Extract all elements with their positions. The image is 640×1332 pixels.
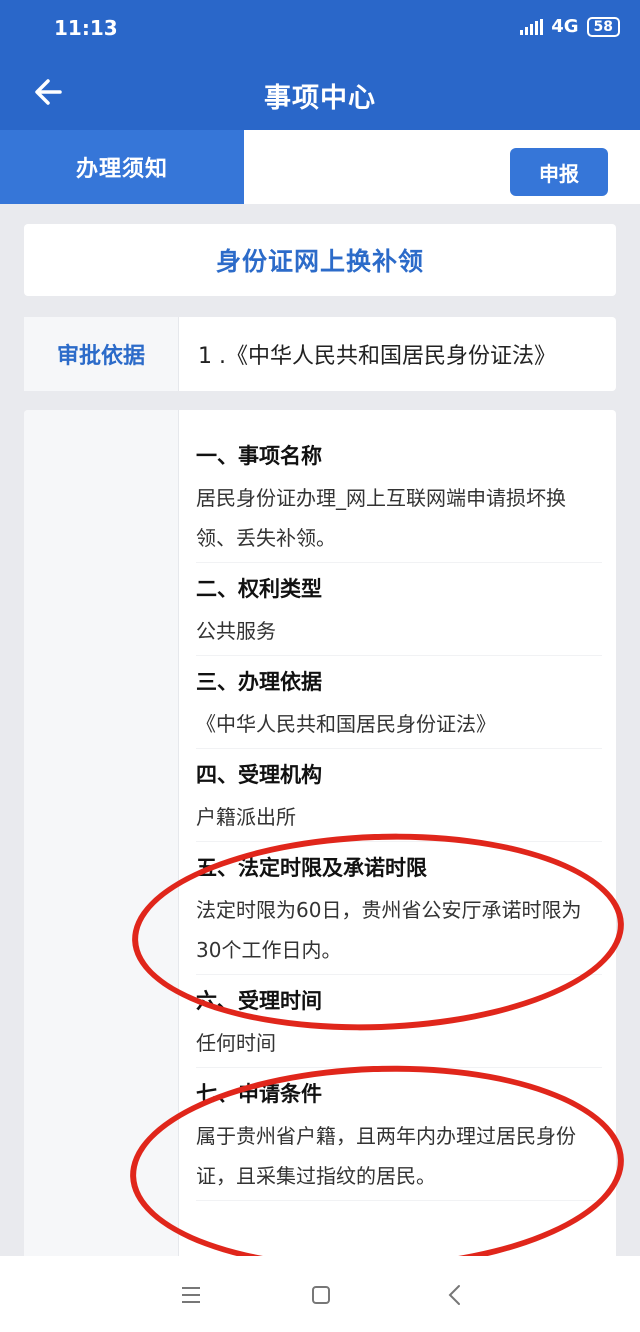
section-heading: 一、事项名称 — [196, 444, 322, 468]
battery-icon: 58 — [586, 16, 620, 37]
page-title: 事项中心 — [264, 83, 376, 114]
report-button[interactable]: 申报 — [510, 148, 608, 196]
item-title: 身份证网上换补领 — [24, 224, 616, 296]
section-heading: 三、办理依据 — [196, 670, 322, 694]
approval-basis-text: 1 .《中华人民共和国居民身份证法》 — [198, 344, 556, 369]
section-text: 公共服务 — [196, 611, 602, 656]
network-type: 4G — [551, 16, 579, 37]
section-right-type: 二、权利类型 公共服务 — [196, 567, 602, 656]
instructions-body: 一、事项名称 居民身份证办理_网上互联网端申请损坏换领、丢失补领。 二、权利类型… — [196, 434, 602, 1205]
section-text: 居民身份证办理_网上互联网端申请损坏换领、丢失补领。 — [196, 478, 602, 563]
instructions-label-column — [24, 410, 179, 1270]
signal-icon — [520, 18, 544, 35]
approval-basis-row: 审批依据 1 .《中华人民共和国居民身份证法》 — [24, 317, 616, 391]
section-text: 法定时限为60日，贵州省公安厅承诺时限为30个工作日内。 — [196, 890, 602, 975]
app-bar: 事项中心 — [0, 58, 640, 130]
system-nav-bar — [0, 1256, 640, 1332]
menu-icon[interactable] — [176, 1280, 206, 1310]
section-conditions: 七、申请条件 属于贵州省户籍，且两年内办理过居民身份证，且采集过指纹的居民。 — [196, 1072, 602, 1201]
section-heading: 五、法定时限及承诺时限 — [196, 856, 427, 880]
instructions-card: 一、事项名称 居民身份证办理_网上互联网端申请损坏换领、丢失补领。 二、权利类型… — [24, 410, 616, 1270]
section-text: 《中华人民共和国居民身份证法》 — [196, 704, 602, 749]
section-basis: 三、办理依据 《中华人民共和国居民身份证法》 — [196, 660, 602, 749]
section-item-name: 一、事项名称 居民身份证办理_网上互联网端申请损坏换领、丢失补领。 — [196, 434, 602, 563]
nav-back-icon[interactable] — [440, 1280, 470, 1310]
section-text: 任何时间 — [196, 1023, 602, 1068]
section-accept-time: 六、受理时间 任何时间 — [196, 979, 602, 1068]
section-text: 户籍派出所 — [196, 797, 602, 842]
tab-instructions[interactable]: 办理须知 — [0, 130, 244, 204]
status-time: 11:13 — [54, 16, 118, 40]
tab-bar: 办理须知 申报 — [0, 130, 640, 204]
approval-basis-label: 审批依据 — [24, 317, 179, 391]
status-icons: 4G 58 — [520, 16, 620, 37]
section-heading: 四、受理机构 — [196, 763, 322, 787]
section-agency: 四、受理机构 户籍派出所 — [196, 753, 602, 842]
status-bar: 11:13 4G 58 — [0, 0, 640, 58]
section-heading: 二、权利类型 — [196, 577, 322, 601]
section-time-limit: 五、法定时限及承诺时限 法定时限为60日，贵州省公安厅承诺时限为30个工作日内。 — [196, 846, 602, 975]
section-heading: 六、受理时间 — [196, 989, 322, 1013]
section-heading: 七、申请条件 — [196, 1082, 322, 1106]
section-text: 属于贵州省户籍，且两年内办理过居民身份证，且采集过指纹的居民。 — [196, 1116, 602, 1201]
home-icon[interactable] — [306, 1280, 336, 1310]
